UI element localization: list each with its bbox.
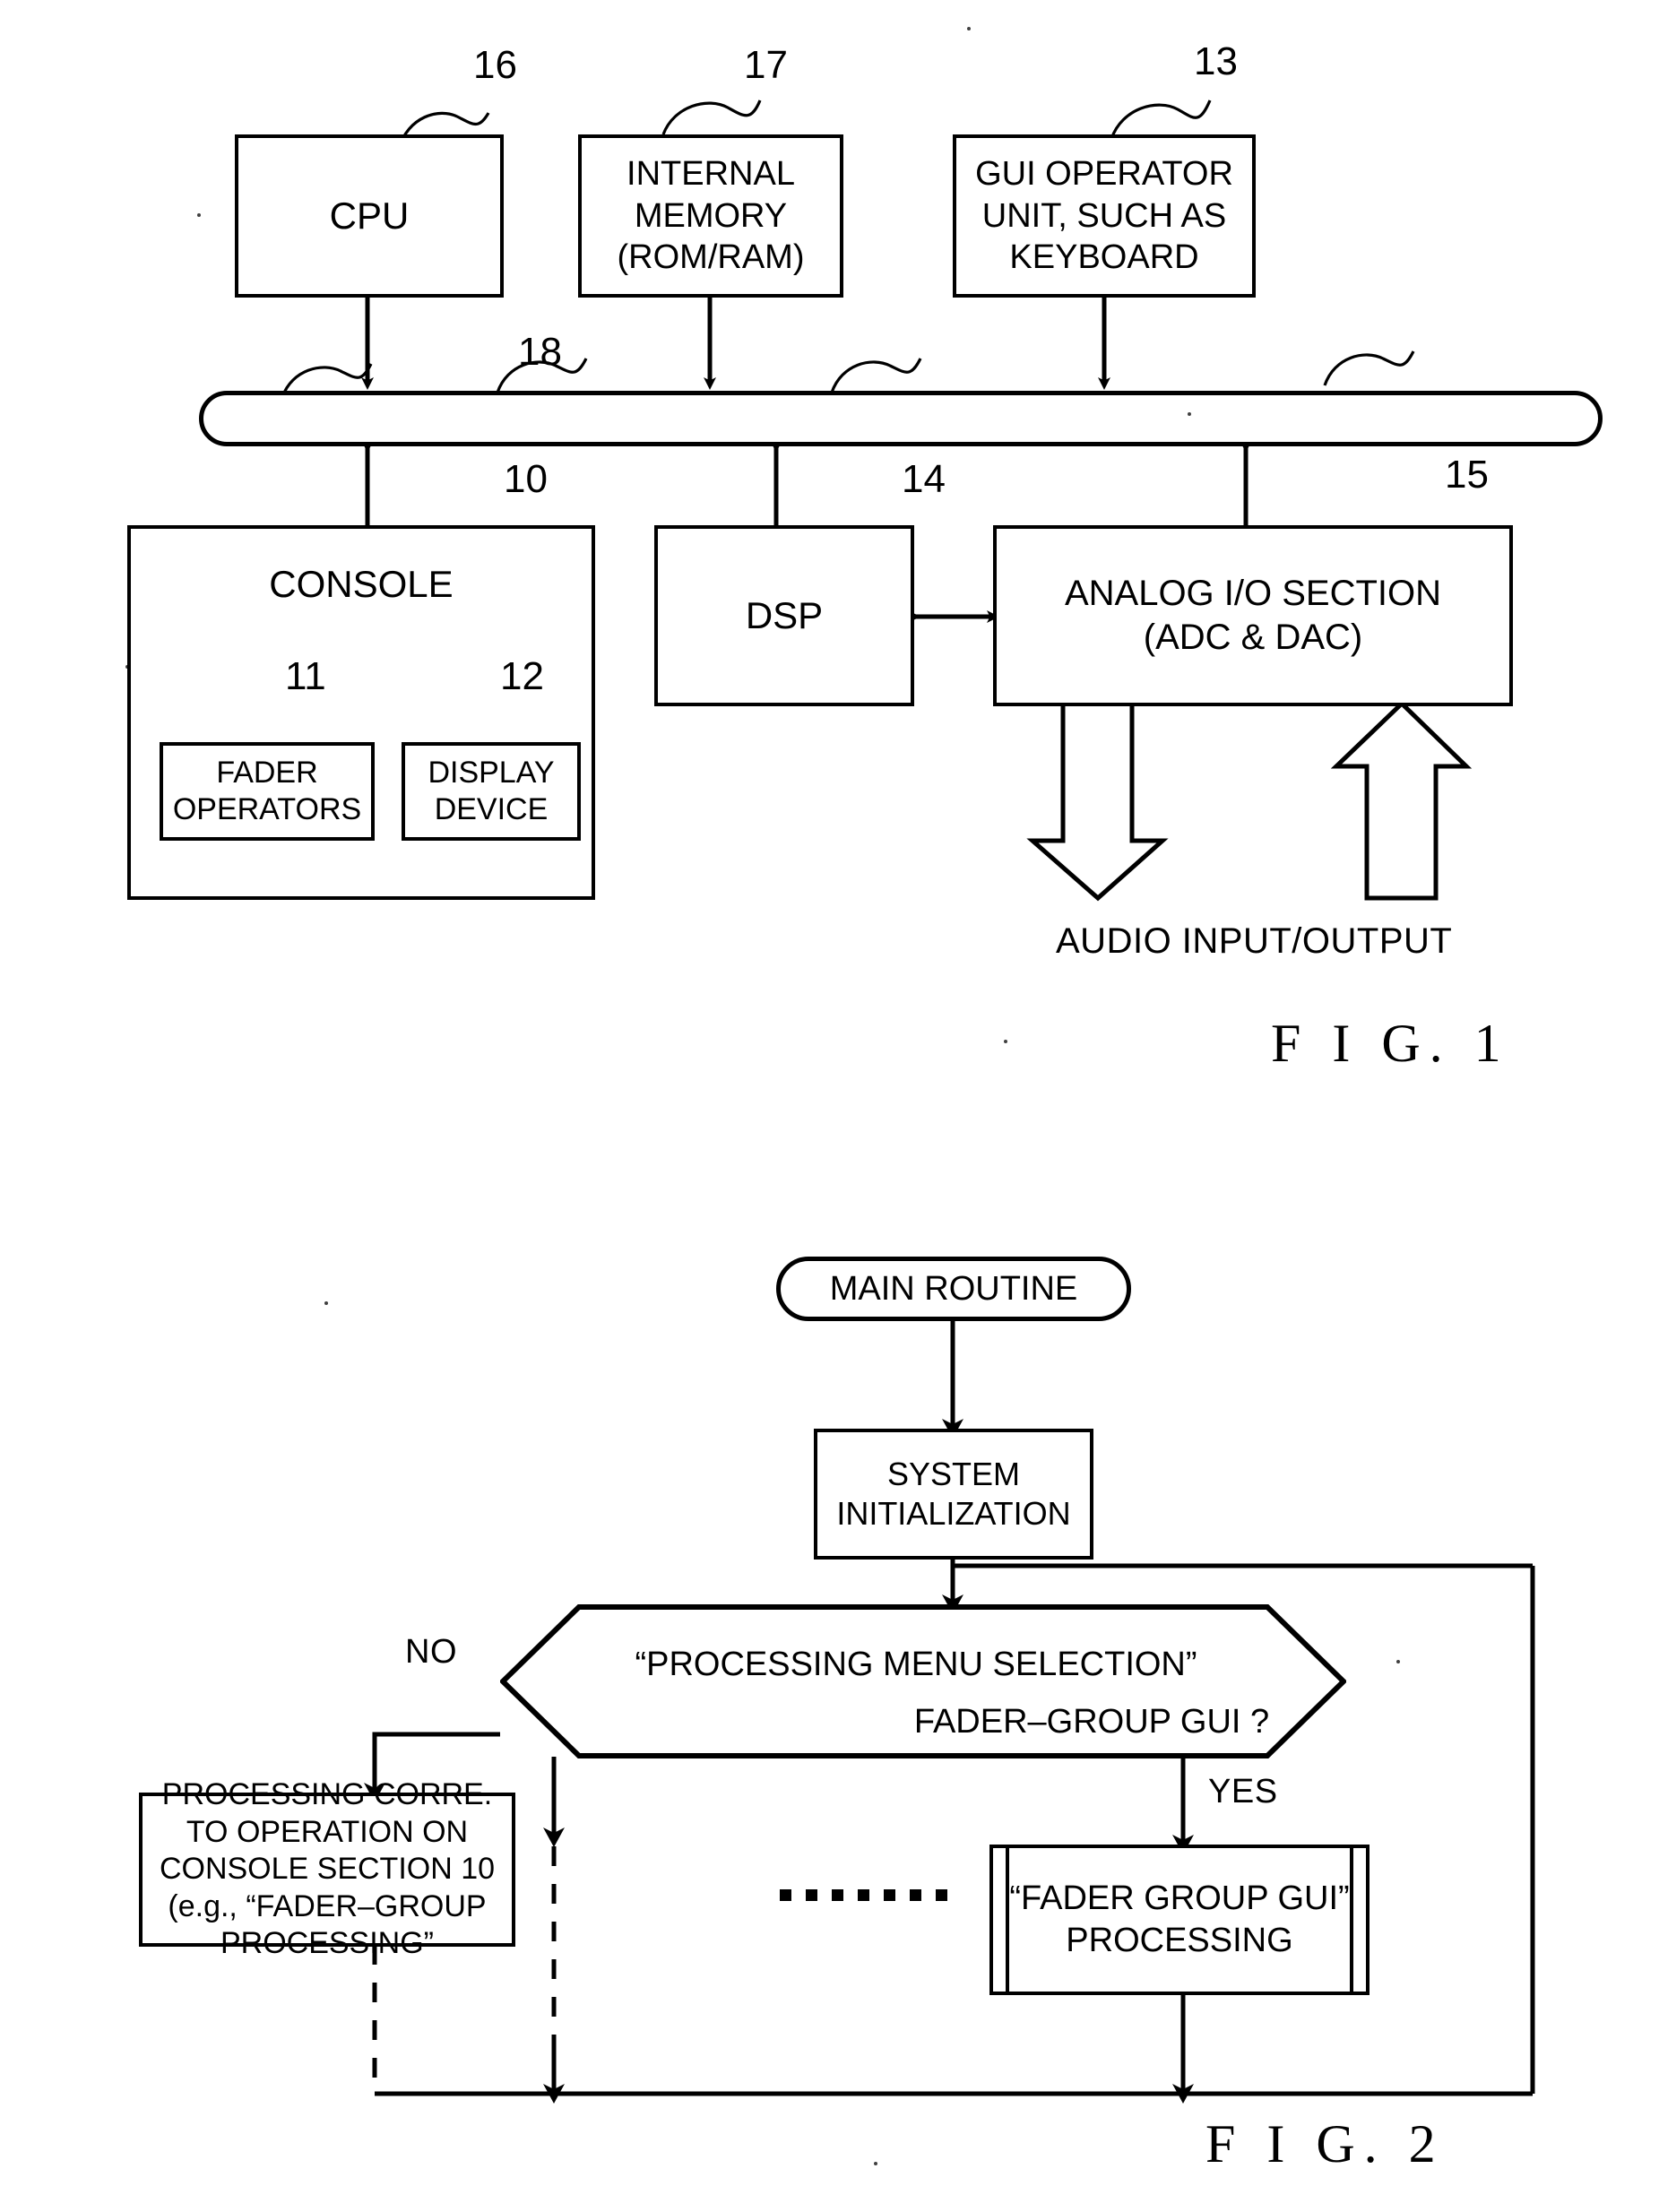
- left-process-block: PROCESSING CORRE. TO OPERATION ON CONSOL…: [139, 1777, 515, 1960]
- scan-speck: [1396, 1660, 1400, 1663]
- internal-memory-line3: (ROM/RAM): [617, 238, 805, 277]
- console-label: CONSOLE: [269, 563, 454, 605]
- right-process-line2: PROCESSING: [1066, 1922, 1293, 1959]
- ref-15: 15: [1445, 453, 1489, 497]
- ref-16: 16: [473, 43, 517, 87]
- dsp-label: DSP: [745, 594, 824, 637]
- ref-11: 11: [285, 654, 326, 698]
- cpu-block: CPU: [235, 134, 504, 298]
- ref-12: 12: [500, 654, 544, 698]
- fader-operators-line1: FADER: [216, 755, 318, 790]
- cpu-label: CPU: [329, 194, 410, 238]
- analog-io-line2: (ADC & DAC): [1143, 618, 1363, 657]
- ref-17: 17: [744, 43, 788, 87]
- scan-speck: [1004, 1040, 1007, 1043]
- display-device-line2: DEVICE: [434, 792, 549, 826]
- system-initialization-block: SYSTEM INITIALIZATION: [814, 1429, 1093, 1560]
- gui-operator-line1: GUI OPERATOR: [975, 155, 1233, 194]
- left-process-line3: CONSOLE SECTION 10: [159, 1852, 496, 1887]
- left-process-line4: (e.g., “FADER–GROUP: [168, 1888, 487, 1923]
- main-routine-label: MAIN ROUTINE: [829, 1269, 1078, 1308]
- display-device-line1: DISPLAY: [428, 755, 555, 790]
- fader-operators-block: FADER OPERATORS: [160, 742, 375, 841]
- scan-speck: [125, 665, 129, 669]
- main-routine-terminator: MAIN ROUTINE: [776, 1257, 1131, 1321]
- left-process-line5: PROCESSING”: [220, 1926, 435, 1961]
- system-bus: [199, 391, 1603, 446]
- decision-line2: FADER–GROUP GUI ?: [913, 1703, 1270, 1741]
- scan-speck: [197, 213, 201, 217]
- decision-no-label: NO: [405, 1633, 457, 1671]
- decision-yes-label: YES: [1208, 1773, 1278, 1810]
- gui-operator-line2: UNIT, SUCH AS: [981, 196, 1227, 235]
- internal-memory-block: INTERNAL MEMORY (ROM/RAM): [578, 134, 843, 298]
- patent-figure-page: CPU 16 INTERNAL MEMORY (ROM/RAM) 17 GUI …: [0, 0, 1659, 2212]
- figure-1-caption: F I G. 1: [1271, 1014, 1510, 1073]
- system-initialization-line2: INITIALIZATION: [836, 1495, 1071, 1532]
- scan-speck: [874, 2162, 877, 2165]
- ref-14: 14: [902, 457, 946, 501]
- decision-line1: “PROCESSING MENU SELECTION”: [635, 1646, 1197, 1683]
- ref-10: 10: [504, 457, 548, 501]
- display-device-block: DISPLAY DEVICE: [402, 742, 581, 841]
- internal-memory-line1: INTERNAL: [626, 155, 795, 194]
- analog-io-line1: ANALOG I/O SECTION: [1064, 574, 1442, 614]
- audio-io-label: AUDIO INPUT/OUTPUT: [1056, 921, 1453, 961]
- left-process-line1: PROCESSING CORRE.: [161, 1777, 493, 1812]
- ref-18: 18: [518, 330, 562, 374]
- decision-hexagon: “PROCESSING MENU SELECTION” FADER–GROUP …: [500, 1604, 1346, 1758]
- internal-memory-line2: MEMORY: [634, 196, 788, 235]
- scan-speck: [967, 27, 971, 30]
- scan-speck: [324, 1301, 328, 1305]
- system-initialization-line1: SYSTEM: [886, 1456, 1021, 1493]
- fader-group-gui-process-block: “FADER GROUP GUI” PROCESSING: [989, 1845, 1370, 1995]
- gui-operator-line3: KEYBOARD: [1009, 238, 1199, 277]
- dsp-block: DSP: [654, 525, 914, 706]
- ellipsis-dots: [780, 1889, 947, 1901]
- audio-io-arrows: [1026, 700, 1473, 902]
- analog-io-block: ANALOG I/O SECTION (ADC & DAC): [993, 525, 1513, 706]
- right-process-line1: “FADER GROUP GUI”: [1009, 1879, 1350, 1917]
- scan-speck: [1188, 412, 1191, 416]
- console-block: CONSOLE: [127, 525, 595, 900]
- gui-operator-block: GUI OPERATOR UNIT, SUCH AS KEYBOARD: [953, 134, 1256, 298]
- figure-2-caption: F I G. 2: [1205, 2114, 1445, 2173]
- fader-operators-line2: OPERATORS: [172, 792, 362, 826]
- ref-13: 13: [1194, 39, 1238, 83]
- left-process-line2: TO OPERATION ON: [186, 1814, 469, 1849]
